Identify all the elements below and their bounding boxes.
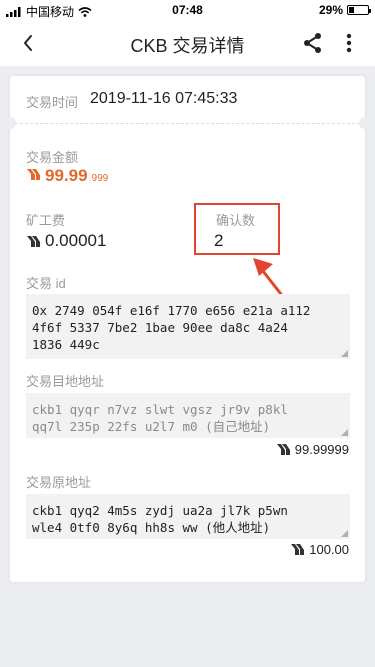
- status-bar-right: 29%: [318, 3, 371, 17]
- time-label: 交易时间: [26, 95, 79, 110]
- fee-label: 矿工费: [26, 213, 66, 228]
- dest-amount: 99.99999: [294, 442, 349, 457]
- dest-amount-row: 99.99999: [276, 442, 349, 457]
- confirmations-highlight: 确认数 2: [194, 203, 280, 255]
- ticket-notch-right: [359, 117, 371, 129]
- transaction-card: 交易时间 2019-11-16 07:45:33 交易金额 99.99 999 …: [4, 76, 371, 582]
- divider: [10, 123, 365, 124]
- amount-main: 99.99: [45, 166, 88, 185]
- nav-bar: CKB 交易详情: [0, 20, 375, 66]
- source-amount: 100.00: [309, 542, 349, 557]
- tx-id-box[interactable]: 0x 2749 054f e16f 1770 e656 e21a a112 4f…: [26, 294, 350, 359]
- fee-value-row: 0.00001: [26, 231, 106, 251]
- ckb-icon: [27, 169, 40, 180]
- dest-address-box[interactable]: ckb1 qyqr n7vz slwt vgsz jr9v p8kl qq7l …: [26, 393, 350, 438]
- battery-fill: [349, 7, 355, 13]
- status-bar: 中国移动 07:48 29%: [0, 0, 375, 20]
- source-address-value: ckb1 qyq2 4m5s zydj ua2a jl7k p5wn wle4 …: [32, 503, 288, 535]
- more-button[interactable]: [337, 31, 361, 55]
- dest-label: 交易目地地址: [26, 374, 105, 389]
- more-vertical-icon: [346, 33, 352, 53]
- id-label: 交易 id: [26, 276, 66, 291]
- ckb-icon: [27, 235, 40, 247]
- resize-handle-icon[interactable]: [341, 350, 348, 357]
- tx-id-value: 0x 2749 054f e16f 1770 e656 e21a a112 4f…: [32, 303, 311, 352]
- source-label: 交易原地址: [26, 475, 92, 490]
- time-value: 2019-11-16 07:45:33: [90, 90, 238, 107]
- resize-handle-icon[interactable]: [341, 429, 348, 436]
- resize-handle-icon[interactable]: [341, 530, 348, 537]
- amount-sub: 999: [91, 173, 109, 184]
- dest-address-value: ckb1 qyqr n7vz slwt vgsz jr9v p8kl qq7l …: [32, 402, 288, 434]
- share-button[interactable]: [301, 31, 325, 55]
- source-address-box[interactable]: ckb1 qyq2 4m5s zydj ua2a jl7k p5wn wle4 …: [26, 494, 350, 539]
- amount-label: 交易金额: [26, 150, 79, 165]
- share-icon: [304, 33, 321, 53]
- battery-percent: 29%: [318, 3, 343, 17]
- confirm-label: 确认数: [216, 213, 256, 228]
- confirm-value: 2: [214, 231, 224, 250]
- amount-value: 99.99 999: [26, 166, 108, 186]
- ticket-notch-left: [4, 117, 16, 129]
- battery-icon: [347, 5, 371, 15]
- fee-value: 0.00001: [45, 231, 107, 250]
- source-amount-row: 100.00: [290, 542, 349, 557]
- ckb-icon: [276, 444, 290, 455]
- ckb-icon: [291, 544, 305, 555]
